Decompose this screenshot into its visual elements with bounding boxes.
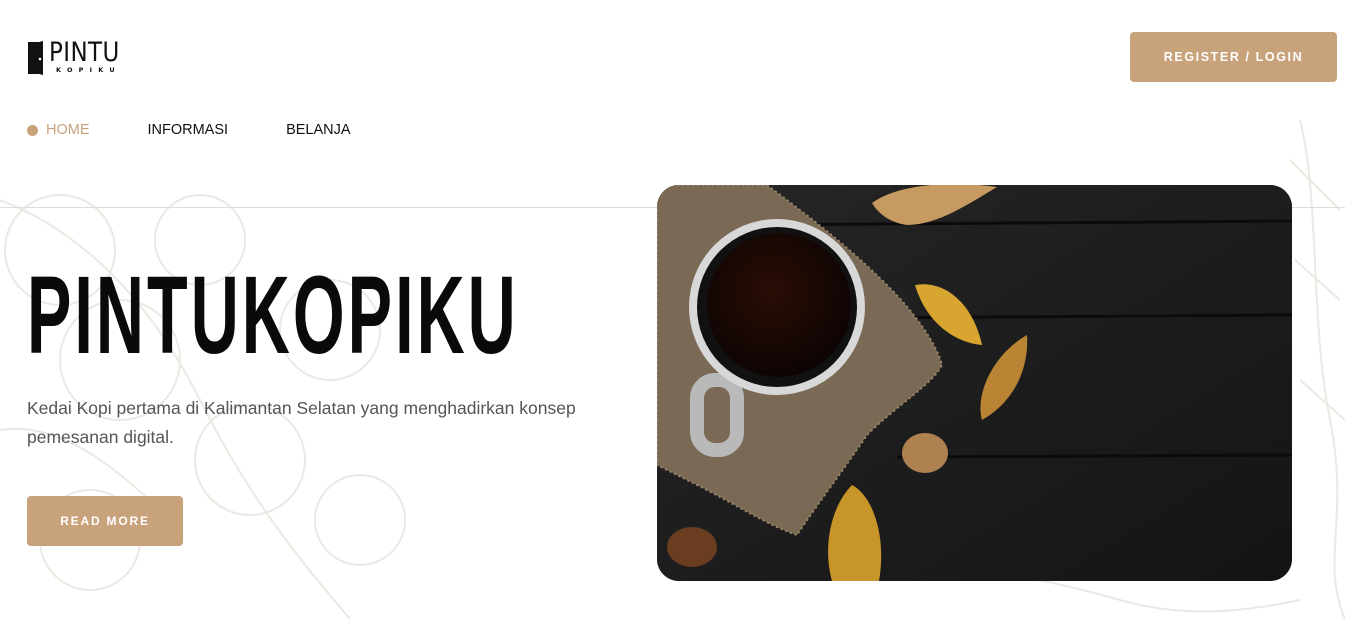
hero-image xyxy=(657,185,1292,581)
nav-item-informasi[interactable]: INFORMASI xyxy=(148,122,229,138)
nav-item-home[interactable]: HOME xyxy=(27,122,90,138)
active-dot-icon xyxy=(27,124,38,136)
nav-item-label: INFORMASI xyxy=(147,122,229,138)
logo-title: PINTU xyxy=(49,37,120,68)
nav-item-label: BELANJA xyxy=(286,122,351,138)
logo-subtitle: KOPIKU xyxy=(56,66,121,74)
logo[interactable]: PINTU KOPIKU xyxy=(27,37,137,78)
hero-title: PINTUKOPIKU xyxy=(27,254,519,377)
hero-description: Kedai Kopi pertama di Kalimantan Selatan… xyxy=(27,398,576,447)
main-nav: HOME INFORMASI BELANJA xyxy=(27,121,409,139)
register-login-button[interactable]: REGISTER / LOGIN xyxy=(1130,32,1337,82)
nav-item-belanja[interactable]: BELANJA xyxy=(286,122,350,138)
nav-item-label: HOME xyxy=(46,122,90,138)
read-more-button[interactable]: READ MORE xyxy=(27,496,183,546)
coffee-photo xyxy=(657,185,1292,581)
door-icon xyxy=(28,41,43,75)
